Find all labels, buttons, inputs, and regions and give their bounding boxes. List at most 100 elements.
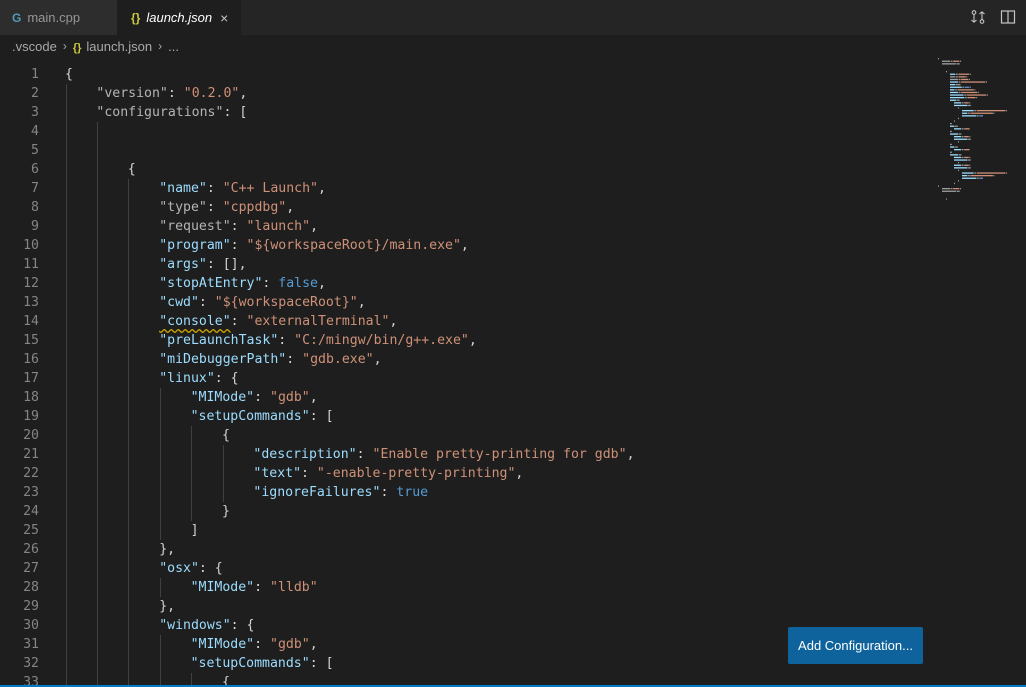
minimap-token — [968, 175, 970, 177]
code-line: 2 "version": "0.2.0", — [0, 84, 930, 103]
open-changes-icon[interactable] — [970, 9, 986, 25]
code-line: 20 { — [0, 426, 930, 445]
code-line: 12 "stopAtEntry": false, — [0, 274, 930, 293]
breadcrumb-more[interactable]: ... — [168, 39, 179, 54]
minimap-token — [960, 188, 961, 190]
minimap-token — [954, 128, 962, 130]
json-punctuation: : — [230, 314, 247, 329]
json-punctuation: , — [389, 314, 398, 329]
minimap-token — [955, 146, 958, 148]
minimap-token — [977, 115, 979, 117]
line-number: 5 — [31, 143, 39, 158]
line-number: 14 — [23, 314, 39, 329]
minimap-token — [953, 60, 960, 62]
line-number: 7 — [31, 181, 39, 196]
code-line: 3 "configurations": [ — [0, 103, 930, 122]
tab-main-cpp[interactable]: G main.cpp — [0, 0, 117, 35]
vertical-scrollbar[interactable] — [1012, 56, 1026, 687]
code-line: 25] — [0, 521, 930, 540]
json-punctuation: , — [318, 181, 326, 196]
line-number: 16 — [23, 352, 39, 367]
minimap-token — [956, 99, 960, 101]
add-configuration-button[interactable]: Add Configuration... — [788, 627, 923, 664]
json-key: "args" — [159, 257, 207, 272]
minimap-token — [942, 190, 957, 192]
tab-launch-json[interactable]: {} launch.json × — [117, 0, 241, 35]
tab-label: main.cpp — [27, 10, 81, 25]
json-punctuation: : [ — [309, 409, 334, 424]
minimap-token — [962, 172, 974, 174]
minimap-token — [970, 175, 993, 177]
line-number: 25 — [23, 523, 39, 538]
minimap-token — [974, 110, 977, 112]
minimap-token — [962, 86, 965, 88]
minimap[interactable] — [935, 56, 1015, 206]
json-key: "request" — [159, 219, 231, 234]
minimap-token — [950, 146, 955, 148]
line-content: "configurations": [ — [96, 103, 247, 122]
code-line: 16 "miDebuggerPath": "gdb.exe", — [0, 350, 930, 369]
minimap-token — [942, 60, 951, 62]
json-punctuation: : [ — [223, 105, 248, 120]
breadcrumb-file-label: launch.json — [86, 38, 153, 54]
minimap-token — [950, 94, 964, 96]
json-string: "gdb.exe" — [302, 352, 374, 367]
minimap-token — [961, 128, 964, 130]
minimap-token — [950, 84, 956, 86]
line-number: 23 — [23, 485, 39, 500]
code-line: 29}, — [0, 597, 930, 616]
minimap-token — [969, 156, 971, 159]
minimap-token — [956, 84, 961, 86]
line-content: "type": "cppdbg", — [159, 198, 294, 217]
minimap-token — [968, 78, 970, 81]
line-number: 15 — [23, 333, 39, 348]
code-line: 17 "linux": { — [0, 369, 930, 388]
line-number: 28 — [23, 580, 39, 595]
json-string: "${workspaceRoot}" — [214, 295, 358, 310]
code-line: 24} — [0, 502, 930, 521]
minimap-token — [958, 91, 961, 94]
split-editor-icon[interactable] — [1000, 9, 1016, 25]
json-key: "setupCommands" — [190, 409, 310, 424]
minimap-token — [974, 172, 977, 174]
minimap-token — [961, 102, 964, 104]
minimap-token — [956, 76, 958, 78]
minimap-token — [950, 97, 965, 99]
json-key: "console" — [159, 314, 231, 329]
minimap-token — [958, 169, 959, 172]
line-content: "MIMode": "gdb", — [191, 388, 318, 407]
json-key: "version" — [96, 86, 168, 101]
code-line: 5 — [0, 141, 930, 160]
json-string: "cppdbg" — [222, 200, 287, 215]
json-string: "gdb" — [270, 390, 310, 405]
line-number: 18 — [23, 390, 39, 405]
minimap-token — [962, 177, 977, 179]
minimap-token — [964, 149, 970, 151]
json-key: "miDebuggerPath" — [159, 352, 287, 367]
minimap-token — [977, 91, 979, 94]
breadcrumb-file[interactable]: {} launch.json — [73, 39, 152, 54]
minimap-token — [977, 177, 979, 179]
line-content: "MIMode": "lldb" — [191, 578, 318, 597]
json-punctuation: : — [206, 200, 223, 215]
line-number: 11 — [23, 257, 39, 272]
minimap-token — [954, 167, 968, 169]
minimap-token — [958, 81, 961, 83]
minimap-token — [961, 164, 964, 166]
json-punctuation: , — [357, 295, 366, 310]
json-punctuation: , — [309, 637, 318, 652]
minimap-token — [954, 159, 968, 161]
json-punctuation: , — [286, 200, 295, 215]
code-editor[interactable]: 1{2 "version": "0.2.0", 3 "configurations":… — [0, 56, 930, 687]
json-string: "C:/mingw/bin/g++.exe" — [294, 333, 469, 348]
json-key: "setupCommands" — [190, 656, 310, 671]
json-punctuation: : — [254, 637, 271, 652]
line-content: ] — [191, 521, 199, 540]
json-punctuation: , — [239, 86, 248, 101]
line-number: 26 — [23, 542, 39, 557]
minimap-token — [950, 143, 952, 146]
minimap-token — [954, 136, 962, 138]
json-string: "0.2.0" — [183, 86, 240, 101]
close-icon[interactable]: × — [220, 10, 228, 26]
breadcrumb-folder[interactable]: .vscode — [12, 39, 57, 54]
